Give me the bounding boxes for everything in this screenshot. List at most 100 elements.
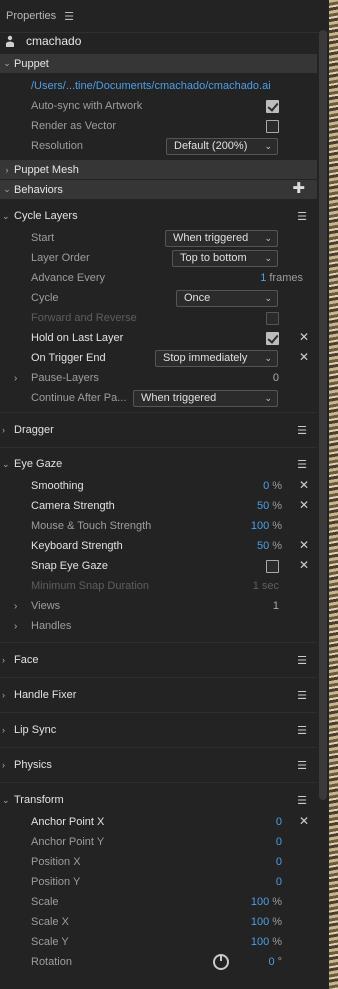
handles-row[interactable]: › Handles	[0, 616, 317, 636]
trigger-end-select[interactable]: Stop immediately ⌄	[155, 349, 278, 367]
behavior-menu-icon[interactable]: ☰	[297, 794, 307, 807]
position-x-field[interactable]: 0	[276, 856, 282, 868]
rotation-label: Rotation	[31, 956, 72, 968]
camera-strength-field[interactable]: 50%	[257, 500, 282, 512]
hamburger-icon[interactable]: ☰	[64, 10, 74, 23]
handle-fixer-header[interactable]: › Handle Fixer ☰	[0, 678, 317, 713]
anchor-y-row: Anchor Point Y 0	[0, 832, 317, 852]
close-icon[interactable]: ✕	[299, 814, 309, 828]
layer-order-row: Layer Order Top to bottom ⌄	[0, 248, 317, 268]
close-icon[interactable]: ✕	[299, 478, 309, 492]
resolution-label: Resolution	[31, 140, 83, 152]
puppet-section-title: Puppet	[14, 57, 49, 70]
mouse-strength-value[interactable]: 100	[251, 520, 269, 532]
keyboard-strength-row: Keyboard Strength 50% ✕	[0, 536, 317, 556]
close-icon[interactable]: ✕	[299, 350, 309, 364]
add-behavior-icon[interactable]: ✚	[292, 179, 305, 197]
snap-eye-gaze-checkbox[interactable]	[266, 559, 279, 573]
auto-sync-checkbox[interactable]	[266, 99, 279, 113]
puppet-mesh-section-header[interactable]: › Puppet Mesh	[0, 160, 317, 179]
percent-unit: %	[272, 540, 282, 552]
start-select[interactable]: When triggered ⌄	[165, 229, 278, 247]
behavior-menu-icon[interactable]: ☰	[297, 654, 307, 667]
pause-layers-row[interactable]: › Pause-Layers 0	[0, 368, 317, 388]
keyboard-strength-label: Keyboard Strength	[31, 540, 123, 552]
camera-strength-value[interactable]: 50	[257, 500, 269, 512]
position-y-field[interactable]: 0	[276, 876, 282, 888]
close-icon[interactable]: ✕	[299, 498, 309, 512]
smoothing-value[interactable]: 0	[263, 480, 269, 492]
layer-order-select[interactable]: Top to bottom ⌄	[172, 249, 278, 267]
physics-header[interactable]: › Physics ☰	[0, 748, 317, 783]
cycle-row: Cycle Once ⌄	[0, 288, 317, 308]
mouse-strength-field[interactable]: 100%	[251, 520, 282, 532]
puppet-section-header[interactable]: ⌄ Puppet	[0, 54, 317, 73]
chevron-down-icon: ⌄	[264, 392, 272, 403]
chevron-down-icon: ⌄	[264, 292, 272, 303]
continue-after-value: When triggered	[141, 392, 217, 404]
behavior-menu-icon[interactable]: ☰	[297, 689, 307, 702]
scale-y-field[interactable]: 100%	[251, 936, 282, 948]
lip-sync-header[interactable]: › Lip Sync ☰	[0, 713, 317, 748]
behavior-menu-icon[interactable]: ☰	[297, 210, 307, 223]
keyboard-strength-value[interactable]: 50	[257, 540, 269, 552]
behavior-menu-icon[interactable]: ☰	[297, 724, 307, 737]
scale-row: Scale 100%	[0, 892, 317, 912]
chevron-down-icon: ⌄	[2, 794, 10, 805]
behaviors-section-header[interactable]: ⌄ Behaviors ✚	[0, 180, 317, 199]
scale-value[interactable]: 100	[251, 896, 269, 908]
chevron-down-icon: ⌄	[3, 58, 11, 68]
chevron-right-icon: ›	[2, 760, 5, 770]
face-header[interactable]: › Face ☰	[0, 643, 317, 678]
anchor-x-value[interactable]: 0	[276, 816, 282, 828]
auto-sync-row: Auto-sync with Artwork	[0, 96, 317, 116]
transform-header[interactable]: ⌄ Transform ☰	[0, 790, 317, 810]
close-icon[interactable]: ✕	[299, 330, 309, 344]
eye-gaze-header[interactable]: ⌄ Eye Gaze ☰	[0, 454, 317, 474]
views-row[interactable]: › Views 1	[0, 596, 317, 616]
scale-x-label: Scale X	[31, 916, 69, 928]
render-vector-checkbox[interactable]	[266, 119, 279, 133]
percent-unit: %	[272, 480, 282, 492]
scale-x-field[interactable]: 100%	[251, 916, 282, 928]
scrollbar[interactable]	[319, 30, 327, 800]
smoothing-field[interactable]: 0%	[263, 480, 282, 492]
chevron-down-icon: ⌄	[264, 140, 272, 151]
chevron-down-icon: ⌄	[2, 458, 10, 469]
scale-x-value[interactable]: 100	[251, 916, 269, 928]
cycle-select[interactable]: Once ⌄	[176, 289, 278, 307]
advance-every-value[interactable]: 1	[260, 272, 266, 284]
chevron-down-icon: ⌄	[264, 232, 272, 243]
close-icon[interactable]: ✕	[299, 538, 309, 552]
close-icon[interactable]: ✕	[299, 558, 309, 572]
cycle-layers-header[interactable]: ⌄ Cycle Layers ☰	[0, 206, 317, 226]
forward-reverse-checkbox[interactable]	[266, 311, 279, 325]
dragger-header[interactable]: › Dragger ☰	[0, 413, 317, 448]
keyboard-strength-field[interactable]: 50%	[257, 540, 282, 552]
rotation-dial-icon[interactable]	[213, 954, 229, 970]
anchor-y-field[interactable]: 0	[276, 836, 282, 848]
views-label: Views	[31, 600, 61, 612]
behavior-menu-icon[interactable]: ☰	[297, 759, 307, 772]
continue-after-label: Continue After Pa...	[31, 392, 127, 404]
hold-last-checkbox[interactable]	[266, 331, 279, 345]
chevron-down-icon: ⌄	[264, 252, 272, 263]
file-path-row: /Users/...tine/Documents/cmachado/cmacha…	[0, 76, 317, 96]
resolution-select[interactable]: Default (200%) ⌄	[166, 137, 278, 155]
rotation-value[interactable]: 0	[268, 956, 274, 968]
file-path-link[interactable]: /Users/...tine/Documents/cmachado/cmacha…	[31, 80, 271, 92]
anchor-y-value[interactable]: 0	[276, 836, 282, 848]
handle-fixer-title: Handle Fixer	[14, 689, 77, 701]
pause-layers-value: 0	[272, 372, 279, 384]
advance-every-field[interactable]: 1 frames	[260, 272, 303, 284]
continue-after-select[interactable]: When triggered ⌄	[133, 389, 278, 407]
scale-y-value[interactable]: 100	[251, 936, 269, 948]
position-x-value[interactable]: 0	[276, 856, 282, 868]
rotation-field[interactable]: 0 °	[268, 956, 282, 968]
anchor-x-field[interactable]: 0	[276, 816, 282, 828]
scale-field[interactable]: 100%	[251, 896, 282, 908]
behavior-menu-icon[interactable]: ☰	[297, 458, 307, 471]
behavior-menu-icon[interactable]: ☰	[297, 424, 307, 437]
position-y-value[interactable]: 0	[276, 876, 282, 888]
trigger-end-value: Stop immediately	[163, 352, 248, 364]
